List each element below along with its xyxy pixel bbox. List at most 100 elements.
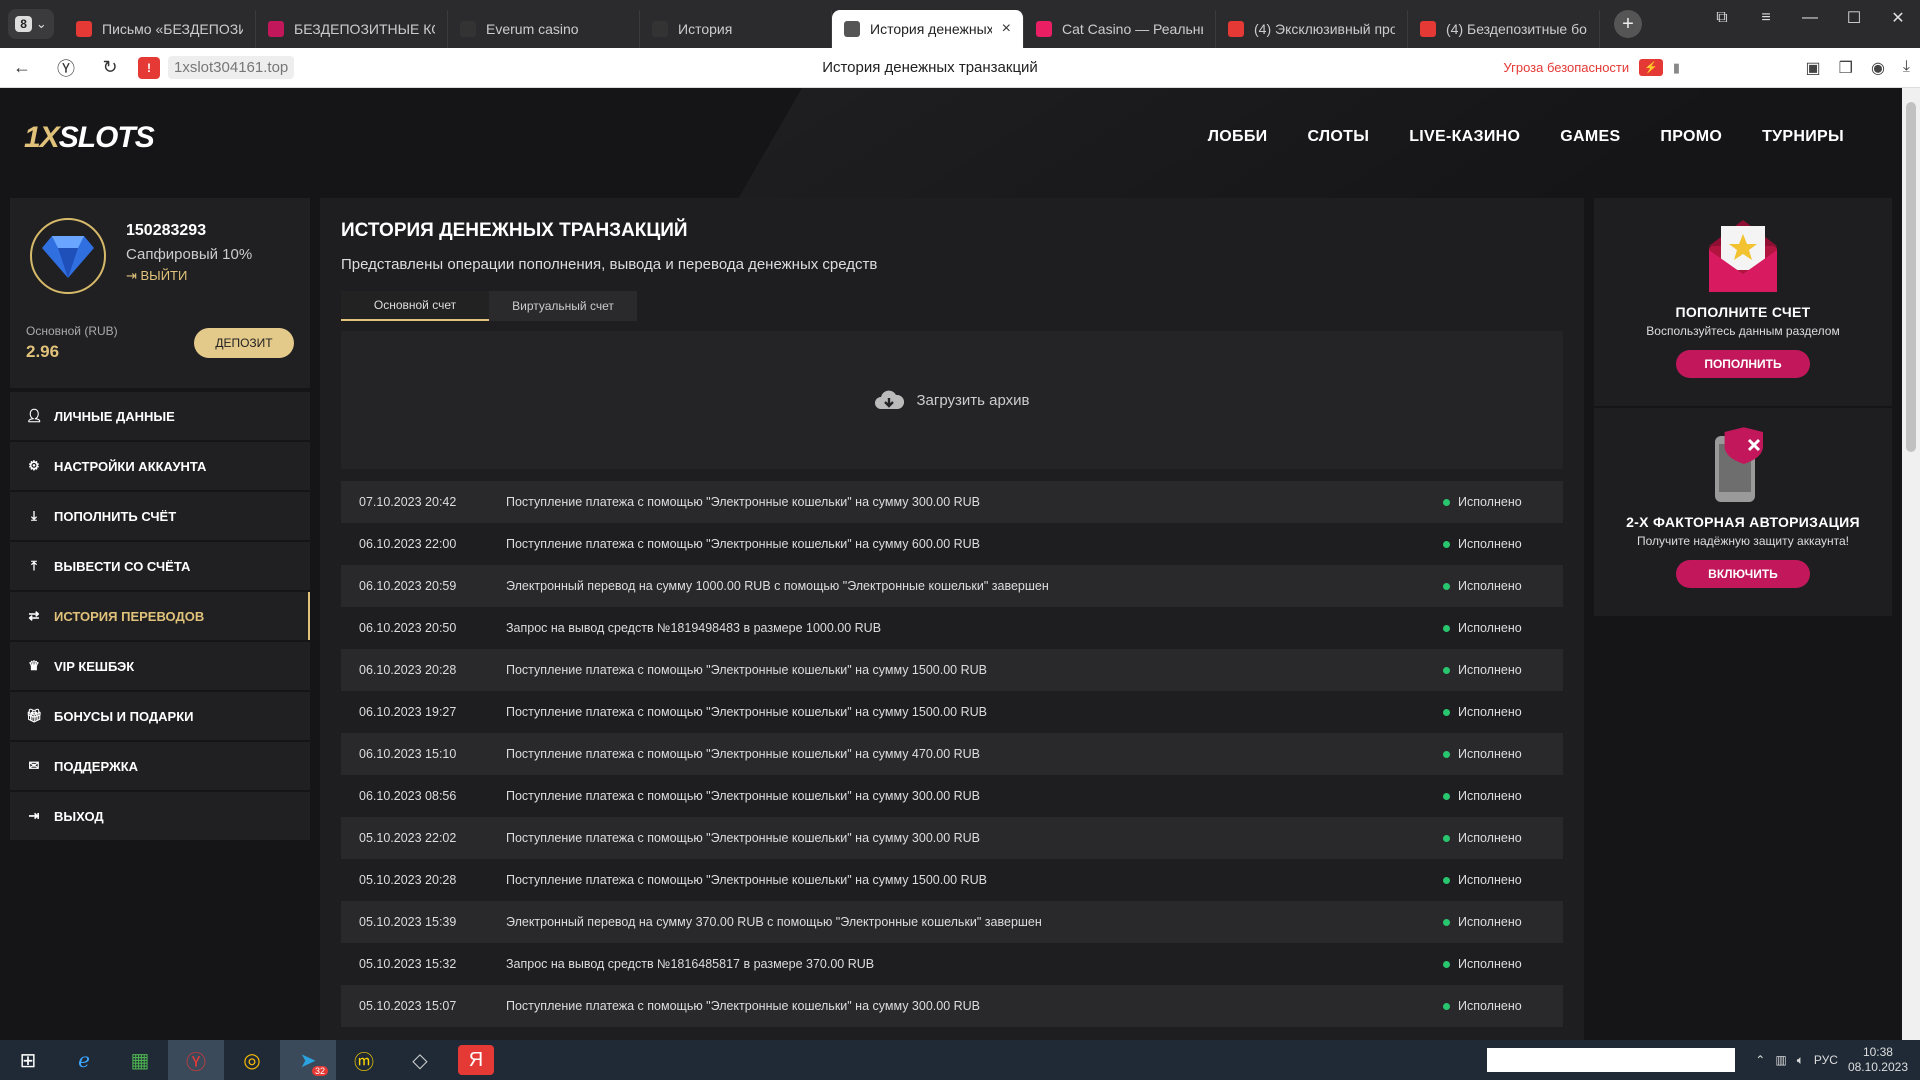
promo-deposit-button[interactable]: ПОПОЛНИТЬ — [1676, 350, 1810, 378]
internet-explorer-icon[interactable]: ℯ — [56, 1040, 112, 1080]
browser-tab[interactable]: История денежных тр × — [832, 10, 1024, 48]
language-indicator[interactable]: РУС — [1814, 1053, 1838, 1067]
sidebar-item[interactable]: ⤒ ВЫВЕСТИ СО СЧЁТА — [10, 542, 310, 590]
site-warning-icon[interactable]: ! — [138, 56, 160, 79]
nav-item[interactable]: GAMES — [1560, 128, 1620, 146]
store-icon[interactable]: ▦ — [112, 1040, 168, 1080]
clock[interactable]: 10:38 08.10.2023 — [1848, 1045, 1908, 1075]
browser-tab[interactable]: Everum casino — [448, 10, 640, 48]
transaction-row: 05.10.2023 15:07 Поступление платежа с по… — [341, 985, 1563, 1027]
status-dot-icon — [1443, 540, 1450, 548]
transaction-row: 06.10.2023 19:27 Поступление платежа с по… — [341, 691, 1563, 733]
browser-toolbar-icons: ▣ ❒ ◉ ⤓ — [1805, 58, 1910, 78]
collections-icon[interactable]: ❒ — [1839, 58, 1853, 78]
network-icon[interactable]: ▥ — [1775, 1053, 1786, 1067]
browser-tab[interactable]: История — [640, 10, 832, 48]
yandex-market-icon[interactable]: ⓜ — [336, 1040, 392, 1080]
telegram-icon[interactable]: ➤ 32 — [280, 1040, 336, 1080]
upload-icon: ⤒ — [31, 558, 37, 573]
profile-card: 150283293 Сапфировый 10% ⇥ ВЫЙТИ Основно… — [10, 198, 310, 388]
status-dot-icon — [1443, 960, 1450, 968]
window-controls: ⧉ ≡ — ☐ ✕ — [1700, 0, 1920, 36]
transaction-status: Исполнено — [1443, 747, 1563, 761]
browser-tab[interactable]: (4) Эксклюзивный промс — [1216, 10, 1408, 48]
deposit-button[interactable]: ДЕПОЗИТ — [194, 328, 294, 358]
sidebar-item[interactable]: 👤︎ ЛИЧНЫЕ ДАННЫЕ — [10, 392, 310, 440]
account-tabs: Основной счет Виртуальный счет — [341, 291, 1563, 321]
cloud-download-icon — [875, 390, 905, 409]
nav-item[interactable]: СЛОТЫ — [1307, 128, 1369, 146]
url-text[interactable]: 1xslot304161.top — [168, 56, 295, 79]
site-logo[interactable]: 1XSLOTS — [24, 121, 155, 155]
section-title: ИСТОРИЯ ДЕНЕЖНЫХ ТРАНЗАКЦИЙ — [341, 220, 688, 241]
url-field[interactable]: ! 1xslot304161.top — [138, 56, 295, 79]
extension-icon[interactable]: ▣ — [1805, 58, 1820, 78]
account-sidebar: 150283293 Сапфировый 10% ⇥ ВЫЙТИ Основно… — [10, 198, 310, 842]
minimize-button[interactable]: — — [1788, 0, 1832, 36]
account-id: 150283293 — [126, 222, 207, 239]
volume-icon[interactable]: 🔈︎ — [1797, 1053, 1804, 1068]
sidebar-item[interactable]: ⚙ НАСТРОЙКИ АККАУНТА — [10, 442, 310, 490]
nav-item[interactable]: ЛОББИ — [1208, 128, 1268, 146]
sidebar-item-label: БОНУСЫ И ПОДАРКИ — [54, 708, 194, 724]
promo-deposit-text: Воспользуйтесь данным разделом — [1646, 324, 1840, 338]
reload-icon[interactable]: ↻ — [88, 57, 132, 78]
sidebar-item[interactable]: ⇥ ВЫХОД — [10, 792, 310, 840]
new-tab-button[interactable]: + — [1614, 10, 1642, 38]
sidebar-item[interactable]: ✉ ПОДДЕРЖКА — [10, 742, 310, 790]
close-button[interactable]: ✕ — [1876, 0, 1920, 36]
bookmark-add-icon[interactable]: ▮ — [1673, 60, 1680, 76]
yandex-icon[interactable]: Ⓨ — [44, 55, 88, 81]
scrollbar-thumb[interactable] — [1906, 102, 1916, 452]
sidebar-item[interactable]: ⇄ ИСТОРИЯ ПЕРЕВОДОВ — [10, 592, 310, 640]
roblox-icon[interactable]: ◇ — [392, 1040, 448, 1080]
download-archive-button[interactable]: Загрузить архив — [341, 331, 1563, 469]
maximize-button[interactable]: ☐ — [1832, 0, 1876, 36]
downloads-icon[interactable]: ⤓ — [1903, 58, 1910, 78]
tab-close-icon[interactable]: × — [1002, 20, 1011, 38]
transaction-status: Исполнено — [1443, 999, 1563, 1013]
yandex-icon[interactable]: Я — [458, 1045, 494, 1075]
transaction-date: 06.10.2023 08:56 — [359, 789, 457, 803]
sidebar-item-label: VIP КЕШБЭК — [54, 658, 135, 674]
browser-tab[interactable]: (4) Бездепозитные бону — [1408, 10, 1600, 48]
logout-link[interactable]: ⇥ ВЫЙТИ — [126, 268, 187, 284]
browser-tab[interactable]: БЕЗДЕПОЗИТНЫЕ КОДЫ — [256, 10, 448, 48]
page-scrollbar[interactable] — [1902, 88, 1920, 1040]
screen: 8⌄ Письмо «БЕЗДЕПОЗИТН БЕЗДЕПОЗИТНЫЕ КОДЫ… — [0, 0, 1920, 1080]
status-text: Исполнено — [1458, 957, 1522, 971]
menu-icon[interactable]: ≡ — [1744, 0, 1788, 36]
sidebar-item-label: ПОПОЛНИТЬ СЧЁТ — [54, 508, 177, 524]
sidebar-item[interactable]: ♛ VIP КЕШБЭК — [10, 642, 310, 690]
promo-sidebar: ПОПОЛНИТЕ СЧЕТ Воспользуйтесь данным раз… — [1594, 198, 1892, 618]
promo-2fa-button[interactable]: ВКЛЮЧИТЬ — [1676, 560, 1810, 588]
bookmark-icon[interactable]: ⧉ — [1700, 0, 1744, 36]
tab-main-account[interactable]: Основной счет — [341, 291, 489, 321]
status-dot-icon — [1443, 834, 1450, 842]
status-text: Исполнено — [1458, 915, 1522, 929]
profile-icon[interactable]: ◉ — [1871, 58, 1885, 78]
tab-count-button[interactable]: 8 ⌄ — [8, 9, 54, 39]
browser-tab[interactable]: Cat Casino — Реальный — [1024, 10, 1216, 48]
yandex-browser-icon[interactable]: Ⓨ — [168, 1040, 224, 1080]
chrome-icon[interactable]: ◎ — [224, 1040, 280, 1080]
tray-up-icon[interactable]: ⌃ — [1755, 1053, 1765, 1067]
back-icon[interactable]: ← — [0, 57, 44, 78]
transaction-status: Исполнено — [1443, 621, 1563, 635]
sidebar-item-label: ВЫХОД — [54, 808, 104, 824]
sidebar-item[interactable]: 🎁︎ БОНУСЫ И ПОДАРКИ — [10, 692, 310, 740]
site-viewport: 1XSLOTS ЛОББИ СЛОТЫ LIVE-КАЗИНО GAMES ПРОМО Т… — [0, 88, 1902, 1040]
browser-tab[interactable]: Письмо «БЕЗДЕПОЗИТН — [64, 10, 256, 48]
tab-virtual-account[interactable]: Виртуальный счет — [489, 291, 637, 321]
security-threat[interactable]: Угроза безопасности ⚡ ▮ — [1503, 59, 1680, 76]
transaction-row: 06.10.2023 20:50 Запрос на вывод средств … — [341, 607, 1563, 649]
transaction-date: 05.10.2023 15:39 — [359, 915, 457, 929]
nav-item[interactable]: LIVE-КАЗИНО — [1409, 128, 1520, 146]
nav-item[interactable]: ТУРНИРЫ — [1762, 128, 1844, 146]
windows-start-icon[interactable]: ⊞ — [0, 1040, 56, 1080]
transaction-date: 05.10.2023 15:07 — [359, 999, 457, 1013]
nav-item[interactable]: ПРОМО — [1660, 128, 1722, 146]
windows-taskbar: ⊞ ℯ ▦ Ⓨ ◎ ➤ 32 ⓜ ◇ Я ⌃ ▥ 🔈︎ РУС 10:38 08.1… — [0, 1040, 1920, 1080]
taskbar-address-input[interactable] — [1487, 1048, 1736, 1072]
sidebar-item[interactable]: ⤓ ПОПОЛНИТЬ СЧЁТ — [10, 492, 310, 540]
